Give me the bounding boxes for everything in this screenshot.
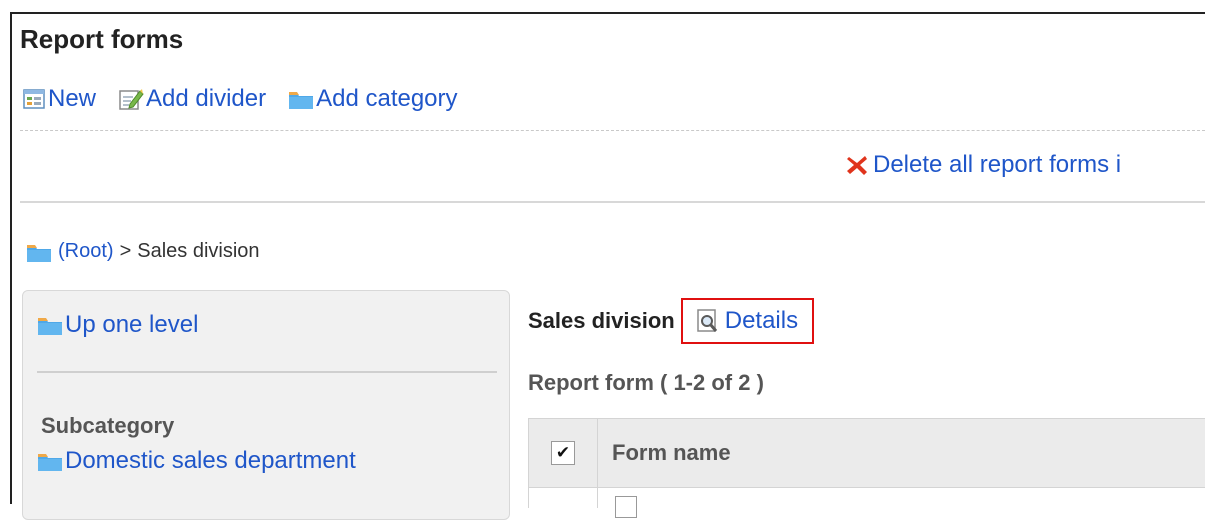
delete-all-link[interactable]: Delete all report forms i: [845, 151, 1121, 179]
sidebar-divider: [37, 371, 497, 373]
details-label[interactable]: Details: [725, 307, 798, 335]
edit-note-icon: [118, 87, 144, 111]
up-one-level-link[interactable]: Up one level: [37, 311, 198, 339]
subcategory-item[interactable]: Domestic sales department: [37, 447, 356, 475]
add-category-button[interactable]: Add category: [288, 85, 458, 113]
row-cell-divider: [597, 488, 598, 508]
folder-icon: [37, 450, 63, 472]
details-link[interactable]: Details: [680, 298, 815, 344]
select-all-checkbox[interactable]: ✔: [551, 441, 575, 465]
folder-icon: [26, 241, 52, 263]
category-name: Sales division: [528, 308, 675, 333]
select-column-header: ✔: [529, 419, 598, 487]
category-sidebar: Up one level Subcategory Domestic sales …: [22, 290, 510, 520]
breadcrumb-current: Sales division: [137, 240, 260, 262]
breadcrumb-separator: >: [119, 240, 132, 262]
add-category-label[interactable]: Add category: [316, 85, 457, 113]
page-title: Report forms: [20, 24, 184, 54]
column-header-form-name[interactable]: Form name: [598, 440, 731, 466]
subcategory-label[interactable]: Domestic sales department: [65, 447, 356, 475]
table-header: ✔ Form name: [528, 418, 1205, 488]
new-form-icon: [22, 88, 46, 110]
toolbar: New Add divider Add category: [22, 85, 458, 113]
folder-icon: [288, 88, 314, 110]
report-form-count: Report form ( 1-2 of 2 ): [528, 370, 764, 395]
table-row: [528, 488, 1205, 518]
breadcrumb: (Root) > Sales division: [26, 240, 260, 263]
new-button[interactable]: New: [22, 85, 96, 113]
category-title: Sales division Details: [528, 298, 815, 344]
new-label[interactable]: New: [48, 85, 96, 113]
subcategory-heading: Subcategory: [41, 413, 175, 438]
toolbar-divider: [20, 130, 1205, 131]
magnifier-icon: [695, 308, 721, 334]
row-checkbox[interactable]: [615, 496, 637, 518]
delete-x-icon: [845, 154, 869, 176]
folder-icon: [37, 314, 63, 336]
up-one-level-label[interactable]: Up one level: [65, 311, 198, 339]
breadcrumb-root-link[interactable]: (Root): [58, 240, 114, 263]
add-divider-button[interactable]: Add divider: [118, 85, 266, 113]
section-divider: [20, 201, 1205, 203]
add-divider-label[interactable]: Add divider: [146, 85, 266, 113]
delete-all-label[interactable]: Delete all report forms i: [873, 151, 1121, 179]
